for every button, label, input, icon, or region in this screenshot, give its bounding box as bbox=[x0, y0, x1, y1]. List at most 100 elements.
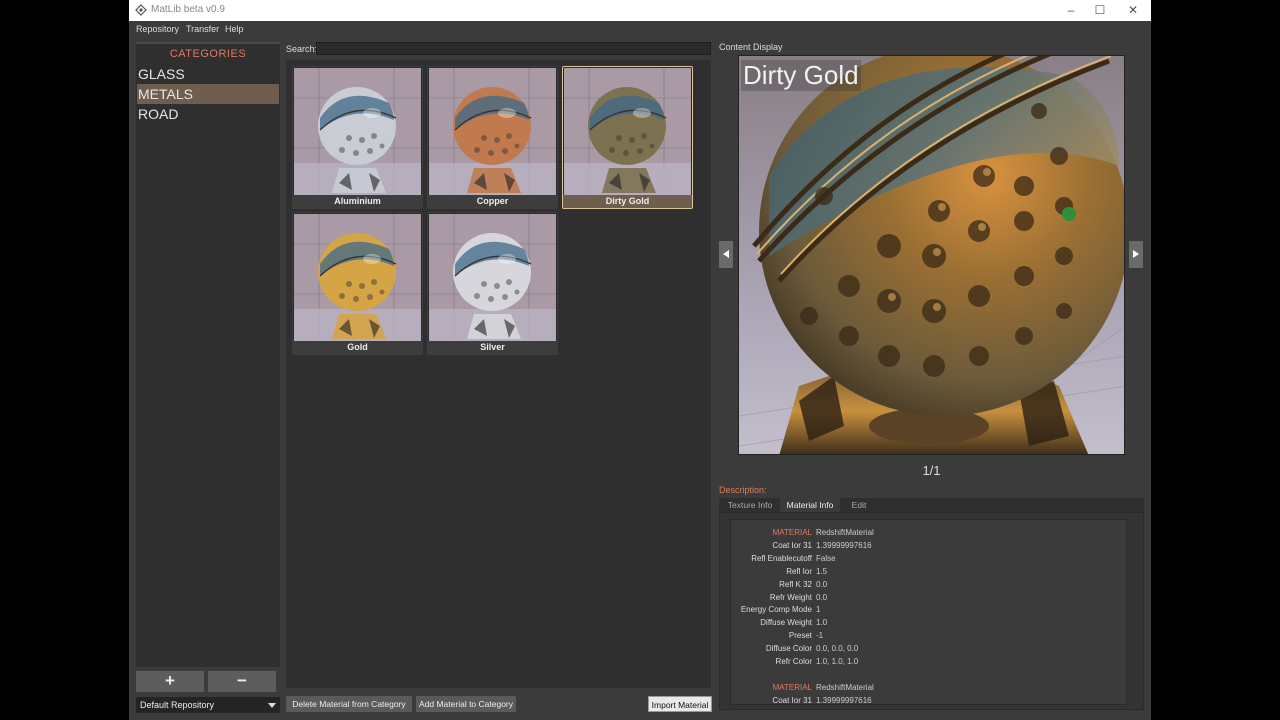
info-value: RedshiftMaterial bbox=[816, 528, 874, 537]
info-key: Diffuse Color bbox=[765, 644, 812, 654]
material-sphere-image bbox=[429, 214, 556, 341]
material-sphere-image bbox=[429, 68, 556, 195]
material-tile-dirty-gold[interactable]: Dirty Gold bbox=[562, 66, 693, 209]
material-tile-copper[interactable]: Copper bbox=[427, 66, 558, 209]
chevron-down-icon bbox=[268, 703, 276, 708]
material-label: Gold bbox=[293, 341, 422, 354]
info-key: MATERIAL bbox=[772, 682, 812, 692]
info-key: Diffuse Weight bbox=[760, 618, 812, 628]
info-row: Coat Ior 31 1.39999997616 bbox=[731, 540, 1121, 552]
materials-grid: Aluminium Copper Dirty Gold Gold Silver bbox=[286, 60, 711, 688]
minimize-button[interactable]: – bbox=[1057, 2, 1085, 18]
info-value: 1.0, 1.0, 1.0 bbox=[816, 657, 859, 666]
material-tile-gold[interactable]: Gold bbox=[292, 212, 423, 355]
window-title: MatLib beta v0.9 bbox=[151, 4, 225, 15]
previous-button[interactable] bbox=[719, 241, 733, 268]
category-road[interactable]: ROAD bbox=[137, 104, 279, 124]
material-thumbnail bbox=[294, 214, 421, 341]
info-value: 1.5 bbox=[816, 566, 828, 576]
material-info-list: Coat Ior 31 1.39999997616 MATERIAL Redshift… bbox=[730, 519, 1127, 705]
info-key: Coat Ior 31 bbox=[772, 695, 812, 705]
description-label: Description: bbox=[719, 485, 767, 495]
close-button[interactable]: ✕ bbox=[1119, 2, 1147, 18]
material-sphere-image bbox=[294, 214, 421, 341]
tab-texture-info[interactable]: Texture Info bbox=[721, 498, 779, 512]
info-value: 0.0 bbox=[816, 579, 828, 589]
title-bar: MatLib beta v0.9 – ☐ ✕ bbox=[129, 0, 1151, 21]
page-indicator: 1/1 bbox=[922, 463, 941, 478]
info-scrollbar[interactable] bbox=[1126, 521, 1127, 703]
screen-border-right bbox=[1151, 0, 1280, 720]
menu-repository[interactable]: Repository bbox=[136, 24, 179, 34]
info-row: Refl Enablecutoff False bbox=[731, 553, 1121, 565]
categories-header: CATEGORIES bbox=[136, 42, 280, 62]
add-category-button[interactable]: + bbox=[136, 671, 204, 692]
category-glass[interactable]: GLASS bbox=[137, 64, 279, 84]
next-button[interactable] bbox=[1129, 241, 1143, 268]
material-thumbnail bbox=[429, 214, 556, 341]
info-value: 1.39999997616 bbox=[816, 540, 872, 550]
search-input[interactable] bbox=[316, 42, 711, 55]
material-sphere-image bbox=[294, 68, 421, 195]
app-logo-icon bbox=[135, 4, 147, 16]
repository-select-value: Default Repository bbox=[140, 700, 215, 710]
maximize-button[interactable]: ☐ bbox=[1086, 2, 1114, 18]
material-thumbnail bbox=[294, 68, 421, 195]
info-key: Refl K 32 bbox=[779, 579, 812, 589]
info-row: MATERIAL RedshiftMaterial bbox=[731, 527, 1121, 539]
material-info-panel: Coat Ior 31 1.39999997616 MATERIAL Redshift… bbox=[719, 512, 1144, 710]
material-tile-silver[interactable]: Silver bbox=[427, 212, 558, 355]
material-thumbnail bbox=[429, 68, 556, 195]
info-value: 1 bbox=[816, 605, 821, 615]
tab-material-info[interactable]: Material Info bbox=[780, 498, 840, 512]
repository-select[interactable]: Default Repository bbox=[136, 697, 280, 713]
material-preview: Dirty Gold bbox=[738, 55, 1125, 455]
material-thumbnail bbox=[564, 68, 691, 195]
info-key: Preset bbox=[788, 631, 812, 641]
info-key: Coat Ior 31 bbox=[772, 540, 812, 550]
info-row: Refl K 32 0.0 bbox=[731, 579, 1121, 591]
info-key: Energy Comp Mode bbox=[740, 605, 812, 615]
preview-title: Dirty Gold bbox=[741, 60, 861, 91]
info-row: Refr Weight 0.0 bbox=[731, 592, 1121, 604]
info-value: 0.0, 0.0, 0.0 bbox=[816, 644, 859, 654]
menu-help[interactable]: Help bbox=[225, 24, 244, 34]
info-row bbox=[731, 669, 1121, 681]
info-value: False bbox=[816, 553, 836, 563]
info-row: Preset -1 bbox=[731, 630, 1121, 642]
material-label: Copper bbox=[428, 195, 557, 208]
content-display-label: Content Display bbox=[719, 42, 783, 52]
screen-border-left bbox=[0, 0, 129, 720]
material-preview-render bbox=[739, 56, 1124, 454]
material-sphere-image bbox=[564, 68, 691, 195]
add-material-button[interactable]: Add Material to Category bbox=[416, 696, 516, 712]
arrow-right-icon bbox=[1133, 250, 1139, 258]
menu-bar: Repository Transfer Help bbox=[129, 21, 1151, 38]
info-key: Refl Ior bbox=[786, 566, 812, 576]
info-key: MATERIAL bbox=[772, 528, 812, 537]
delete-material-button[interactable]: Delete Material from Category bbox=[286, 696, 412, 712]
info-value: 1.0 bbox=[816, 618, 828, 628]
category-metals[interactable]: METALS bbox=[137, 84, 279, 104]
info-row: Refr Color 1.0, 1.0, 1.0 bbox=[731, 656, 1121, 668]
info-key: Refl Enablecutoff bbox=[751, 553, 812, 563]
material-label: Dirty Gold bbox=[563, 195, 692, 208]
material-tile-aluminium[interactable]: Aluminium bbox=[292, 66, 423, 209]
material-label: Aluminium bbox=[293, 195, 422, 208]
info-row: Refl Ior 1.5 bbox=[731, 566, 1121, 578]
info-value: 1.39999997616 bbox=[816, 695, 872, 705]
info-row: Coat Ior 31 1.39999997616 bbox=[731, 695, 1121, 705]
import-material-button[interactable]: Import Material bbox=[648, 696, 712, 712]
info-row: Energy Comp Mode 1 bbox=[731, 604, 1121, 616]
app-window: MatLib beta v0.9 – ☐ ✕ Repository Transf… bbox=[129, 0, 1151, 720]
info-key: Refr Weight bbox=[769, 592, 812, 602]
remove-category-button[interactable]: − bbox=[208, 671, 276, 692]
info-value: -1 bbox=[816, 631, 824, 641]
info-row: Diffuse Color 0.0, 0.0, 0.0 bbox=[731, 643, 1121, 655]
description-tabs: Texture Info Material Info Edit bbox=[719, 498, 1144, 512]
material-label: Silver bbox=[428, 341, 557, 354]
menu-transfer[interactable]: Transfer bbox=[186, 24, 219, 34]
tab-edit[interactable]: Edit bbox=[841, 498, 877, 512]
info-row: Diffuse Weight 1.0 bbox=[731, 617, 1121, 629]
info-key: Refr Color bbox=[775, 657, 812, 666]
